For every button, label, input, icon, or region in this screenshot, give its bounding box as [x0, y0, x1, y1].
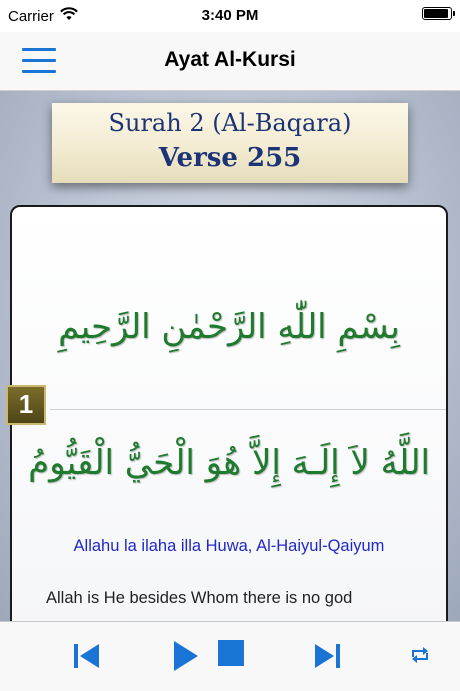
skip-previous-button[interactable]: [72, 642, 102, 670]
skip-next-icon: [315, 644, 340, 668]
navigation-bar: Ayat Al-Kursi: [0, 32, 460, 91]
battery-fill: [424, 9, 448, 18]
verse-card[interactable]: بِسْمِ اللّٰهِ الرَّحْمٰنِ الرَّحِيمِ ال…: [10, 205, 448, 621]
transliteration-text: Allahu la ilaha illa Huwa, Al-Haiyul-Qai…: [73, 537, 385, 555]
status-time: 3:40 PM: [201, 7, 259, 24]
verse-title: Verse 255: [158, 143, 302, 173]
status-bar: Carrier 3:40 PM: [0, 0, 460, 32]
repeat-icon: [412, 647, 428, 663]
status-right: [422, 7, 455, 20]
skip-next-button[interactable]: [312, 642, 342, 670]
skip-previous-icon: [74, 644, 99, 668]
surah-banner: Surah 2 (Al-Baqara) Verse 255: [52, 103, 408, 183]
repeat-button[interactable]: [409, 645, 431, 665]
arabic-verse-text: اللَّهُ لاَ إِلَـهَ إِلاَّ هُوَ الْحَيُّ…: [28, 443, 430, 483]
verse-content-area[interactable]: Surah 2 (Al-Baqara) Verse 255 بِسْمِ الل…: [0, 91, 460, 621]
verse-divider: [50, 409, 446, 410]
play-icon: [174, 641, 198, 671]
page-title: Ayat Al-Kursi: [164, 48, 296, 71]
stop-icon: [218, 640, 244, 666]
translation-text: Allah is He besides Whom there is no god: [46, 589, 353, 607]
verse-number-badge: 1: [6, 385, 46, 425]
battery-icon: [422, 7, 455, 20]
bismillah-text: بِسْمِ اللّٰهِ الرَّحْمٰنِ الرَّحِيمِ: [58, 307, 400, 347]
play-button[interactable]: [172, 639, 200, 673]
playback-toolbar: [0, 621, 460, 691]
surah-title: Surah 2 (Al-Baqara): [108, 109, 352, 137]
stop-button[interactable]: [217, 639, 245, 667]
